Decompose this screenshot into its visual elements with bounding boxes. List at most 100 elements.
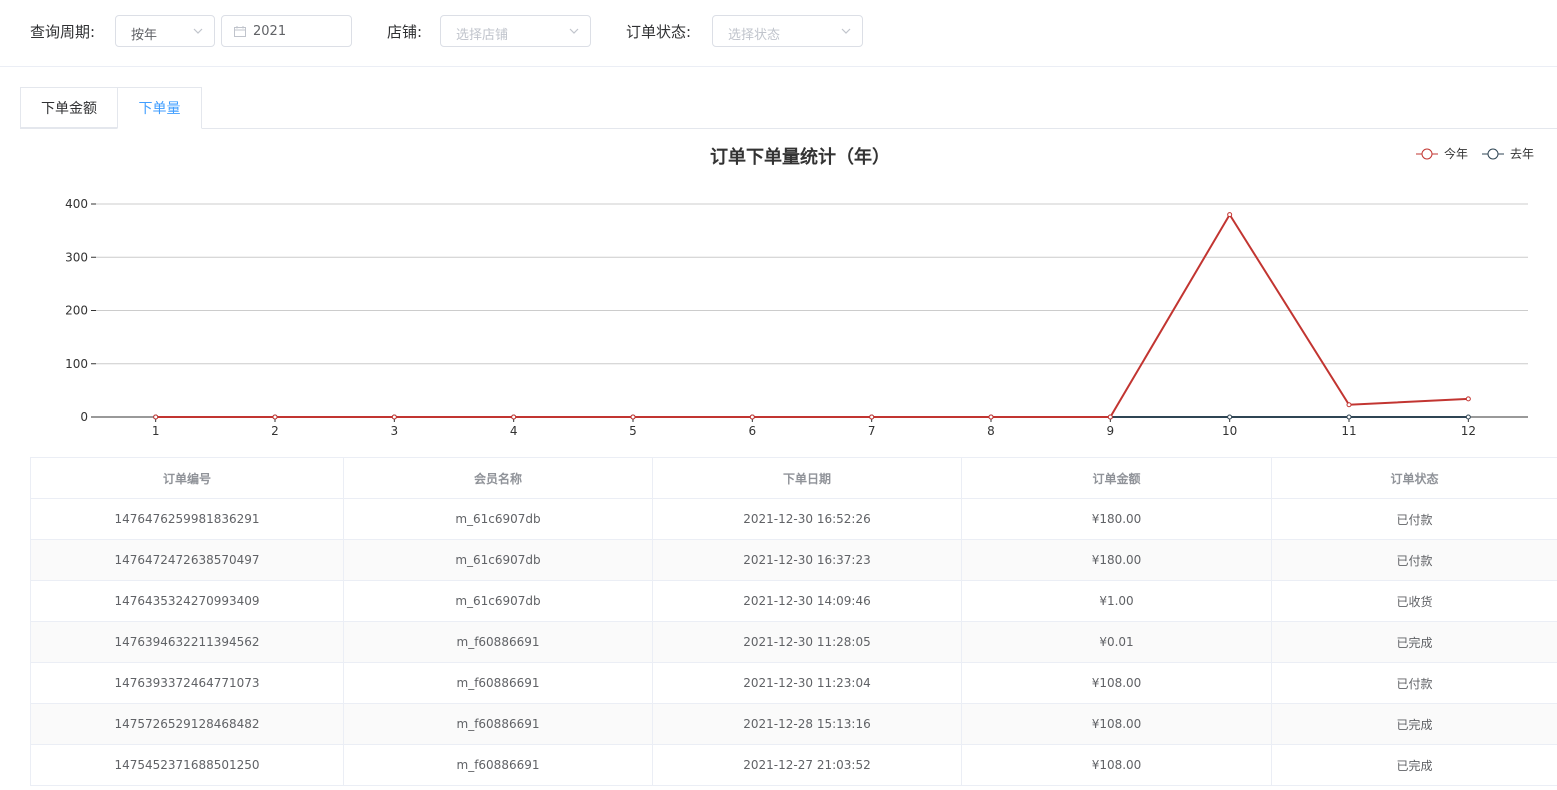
x-tick-label: 12 — [1461, 424, 1476, 438]
x-tick-label: 5 — [629, 424, 637, 438]
status-label: 订单状态: — [626, 23, 692, 41]
table-row[interactable]: 1476435324270993409 m_61c6907db 2021-12-30… — [30, 580, 1557, 622]
data-point — [511, 414, 517, 420]
legend-marker — [1421, 148, 1433, 160]
table-header: 订单编号 会员名称 下单日期 订单金额 订单状态 — [30, 457, 1557, 499]
table-row[interactable]: 1476472472638570497 m_61c6907db 2021-12-30… — [30, 539, 1557, 581]
data-point — [391, 414, 397, 420]
table-cell: 已完成 — [1271, 744, 1557, 786]
order-count-chart: 订单下单量统计（年） 今年 去年 0100200300400 1234567891… — [65, 146, 1534, 438]
data-point — [153, 414, 159, 420]
table-cell: 1476394632211394562 — [30, 621, 344, 663]
shop-label: 店铺: — [387, 23, 423, 41]
column-header: 会员名称 — [343, 457, 653, 499]
chart-y-axis: 0 100 200 300 400 — [65, 197, 96, 424]
status-select-placeholder: 选择状态 — [728, 28, 781, 43]
table-cell: 1476435324270993409 — [30, 580, 344, 622]
y-tick-label: 400 — [65, 197, 88, 211]
table-cell: 1476393372464771073 — [30, 662, 344, 704]
table-cell: 已付款 — [1271, 498, 1557, 540]
table-row[interactable]: 1476394632211394562 m_f60886691 2021-12-30… — [30, 621, 1557, 663]
period-select[interactable]: 按年 — [115, 15, 215, 47]
table-cell: m_f60886691 — [343, 744, 653, 786]
data-point — [1107, 414, 1113, 420]
y-tick-label: 0 — [80, 410, 88, 424]
shop-select-placeholder: 选择店铺 — [456, 28, 509, 43]
table-cell: 1475452371688501250 — [30, 744, 344, 786]
data-point — [630, 414, 636, 420]
table-row[interactable]: 1475726529128468482 m_f60886691 2021-12-28… — [30, 703, 1557, 745]
x-tick-label: 4 — [510, 424, 518, 438]
data-point — [1465, 396, 1471, 402]
column-header: 订单金额 — [961, 457, 1272, 499]
table-cell: ¥108.00 — [961, 744, 1272, 786]
chart-x-axis: 1 2 3 4 5 6 7 8 9 10 11 12 — [96, 416, 1528, 438]
shop-select[interactable]: 选择店铺 — [440, 15, 591, 47]
table-cell: 1475726529128468482 — [30, 703, 344, 745]
column-header: 订单编号 — [30, 457, 344, 499]
table-row[interactable]: 1475452371688501250 m_f60886691 2021-12-27… — [30, 744, 1557, 786]
table-cell: ¥108.00 — [961, 703, 1272, 745]
calendar-icon — [234, 26, 246, 37]
chart-series — [153, 212, 1471, 420]
filter-bar: 查询周期: 按年 2021 店铺: 选择店铺 订单状态: 选择状态 — [0, 0, 1557, 67]
table-row[interactable]: 1476476259981836291 m_61c6907db 2021-12-30… — [30, 498, 1557, 540]
data-point — [272, 414, 278, 420]
chart-grid — [96, 203, 1528, 365]
table-body: 1476476259981836291 m_61c6907db 2021-12-30… — [30, 498, 1557, 786]
table-cell: ¥180.00 — [961, 498, 1272, 540]
table-cell: 已收货 — [1271, 580, 1557, 622]
table-cell: m_f60886691 — [343, 621, 653, 663]
table-cell: 已付款 — [1271, 539, 1557, 581]
legend-label: 今年 — [1444, 146, 1468, 161]
data-point — [988, 414, 994, 420]
table-cell: m_f60886691 — [343, 662, 653, 704]
y-tick-label: 300 — [65, 250, 88, 264]
x-tick-label: 7 — [868, 424, 876, 438]
data-point — [1346, 414, 1352, 420]
table-cell: 已付款 — [1271, 662, 1557, 704]
table-cell: 2021-12-28 15:13:16 — [652, 703, 962, 745]
data-point — [1346, 402, 1352, 408]
tab-order-count[interactable]: 下单量 — [117, 87, 202, 129]
x-tick-label: 1 — [152, 424, 160, 438]
table-cell: 2021-12-30 16:37:23 — [652, 539, 962, 581]
status-select[interactable]: 选择状态 — [712, 15, 863, 47]
column-header: 订单状态 — [1271, 457, 1557, 499]
table-cell: 已完成 — [1271, 703, 1557, 745]
chart-title: 订单下单量统计（年） — [710, 146, 890, 168]
tab-order-amount[interactable]: 下单金额 — [20, 87, 118, 128]
table-cell: ¥180.00 — [961, 539, 1272, 581]
chevron-down-icon — [841, 28, 851, 34]
data-point — [1465, 414, 1471, 420]
column-header: 下单日期 — [652, 457, 962, 499]
data-point — [1227, 212, 1233, 218]
table-cell: 1476472472638570497 — [30, 539, 344, 581]
table-cell: ¥0.01 — [961, 621, 1272, 663]
chevron-down-icon — [569, 28, 579, 34]
series-line — [155, 212, 1469, 418]
x-tick-label: 11 — [1341, 424, 1356, 438]
data-point — [869, 414, 875, 420]
legend-label: 去年 — [1510, 147, 1534, 161]
chart-legend: 今年 去年 — [1416, 146, 1534, 161]
table-cell: m_61c6907db — [343, 539, 653, 581]
x-tick-label: 3 — [391, 424, 399, 438]
table-cell: m_61c6907db — [343, 580, 653, 622]
table-cell: m_61c6907db — [343, 498, 653, 540]
tabs-divider — [20, 128, 1557, 129]
table-cell: m_f60886691 — [343, 703, 653, 745]
table-cell: 已完成 — [1271, 621, 1557, 663]
y-tick-label: 200 — [65, 304, 88, 318]
table-row[interactable]: 1476393372464771073 m_f60886691 2021-12-30… — [30, 662, 1557, 704]
table-cell: 2021-12-27 21:03:52 — [652, 744, 962, 786]
table-cell: 1476476259981836291 — [30, 498, 344, 540]
table-cell: ¥1.00 — [961, 580, 1272, 622]
orders-table: 订单编号 会员名称 下单日期 订单金额 订单状态 1476476259981836291… — [30, 457, 1557, 786]
x-tick-label: 2 — [271, 424, 279, 438]
data-point — [1227, 414, 1233, 420]
data-point — [749, 414, 755, 420]
year-picker[interactable]: 2021 — [221, 15, 352, 47]
chevron-down-icon — [193, 28, 203, 34]
table-cell: 2021-12-30 11:23:04 — [652, 662, 962, 704]
